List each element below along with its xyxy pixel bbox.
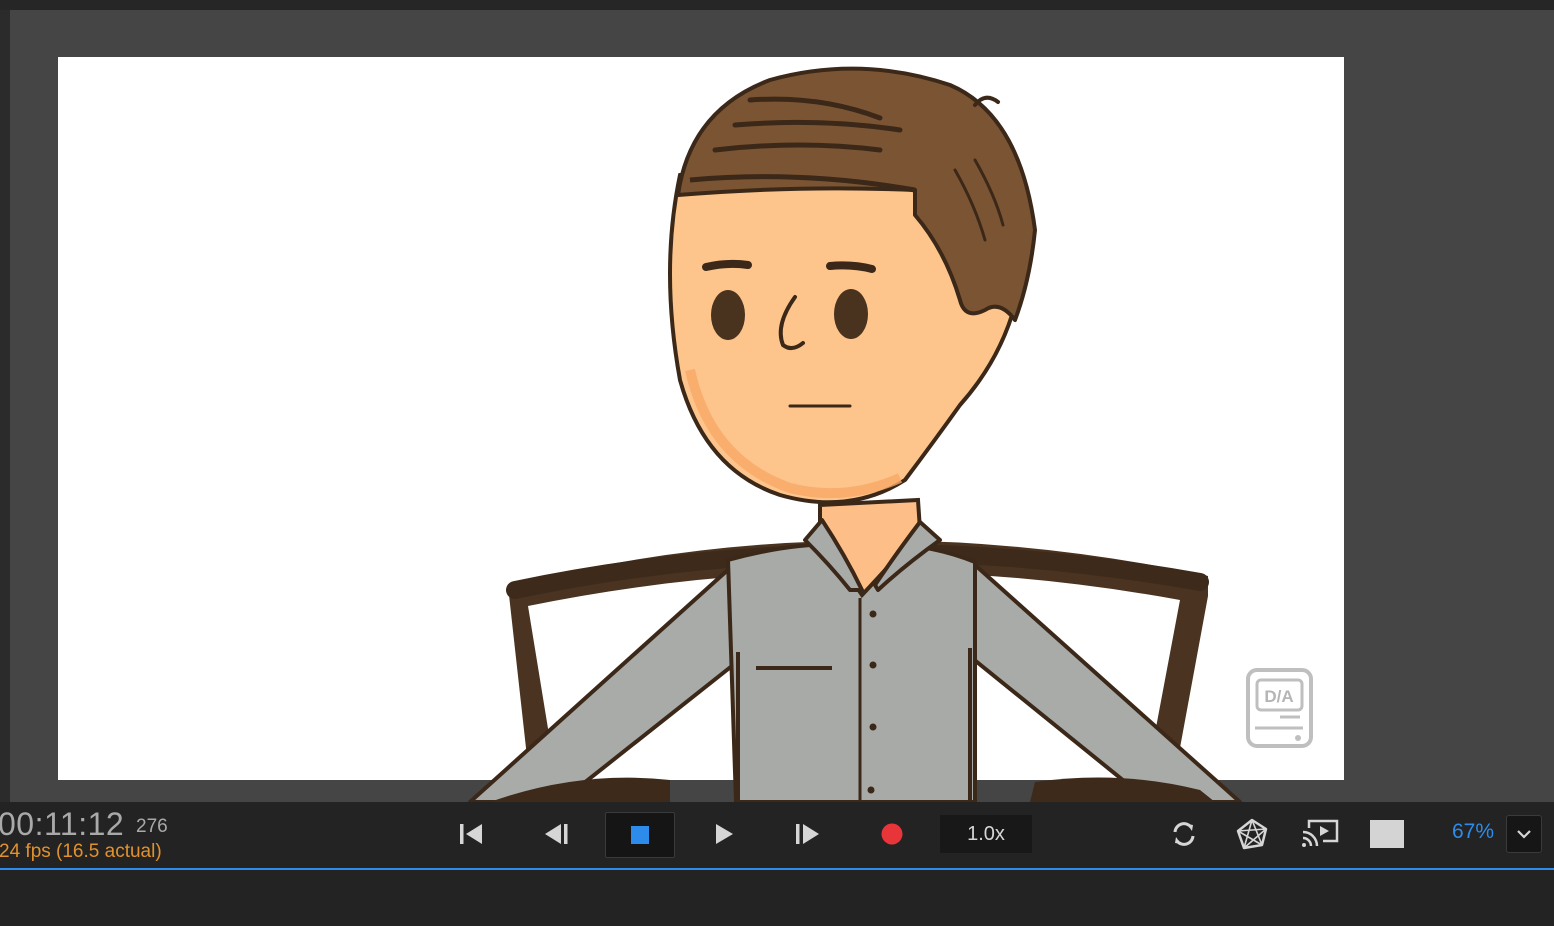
timeline-area [0, 870, 1554, 926]
playback-speed-field[interactable]: 1.0x [940, 815, 1032, 853]
watermark-text: D/A [1264, 687, 1293, 706]
play-button[interactable] [708, 818, 740, 850]
record-button[interactable] [876, 818, 908, 850]
step-forward-icon [796, 824, 819, 844]
cast-icon [1302, 819, 1339, 847]
loop-icon [1173, 822, 1195, 846]
zoom-level[interactable]: 67% [1452, 820, 1494, 844]
cast-button[interactable] [1300, 815, 1340, 853]
play-icon [716, 824, 733, 844]
fps-readout: 24 fps (16.5 actual) [0, 841, 162, 862]
background-color-icon[interactable] [1370, 820, 1404, 848]
skip-to-start-icon [460, 824, 482, 844]
frame-number: 276 [136, 816, 168, 837]
chevron-down-icon [1517, 830, 1531, 839]
onion-skin-icon [1236, 818, 1268, 850]
step-back-icon [545, 824, 568, 844]
timecode-display[interactable]: 00:11:12 [0, 806, 124, 843]
stage-canvas[interactable]: D/A [0, 0, 1554, 802]
step-back-button[interactable] [540, 818, 574, 850]
zoom-menu-button[interactable] [1506, 815, 1542, 853]
record-icon [881, 823, 903, 845]
skip-to-start-button[interactable] [455, 818, 487, 850]
step-forward-button[interactable] [790, 818, 824, 850]
stop-button[interactable] [605, 812, 675, 858]
loop-button[interactable] [1166, 816, 1202, 852]
onion-skin-button[interactable] [1233, 815, 1271, 853]
stop-icon [631, 826, 649, 844]
